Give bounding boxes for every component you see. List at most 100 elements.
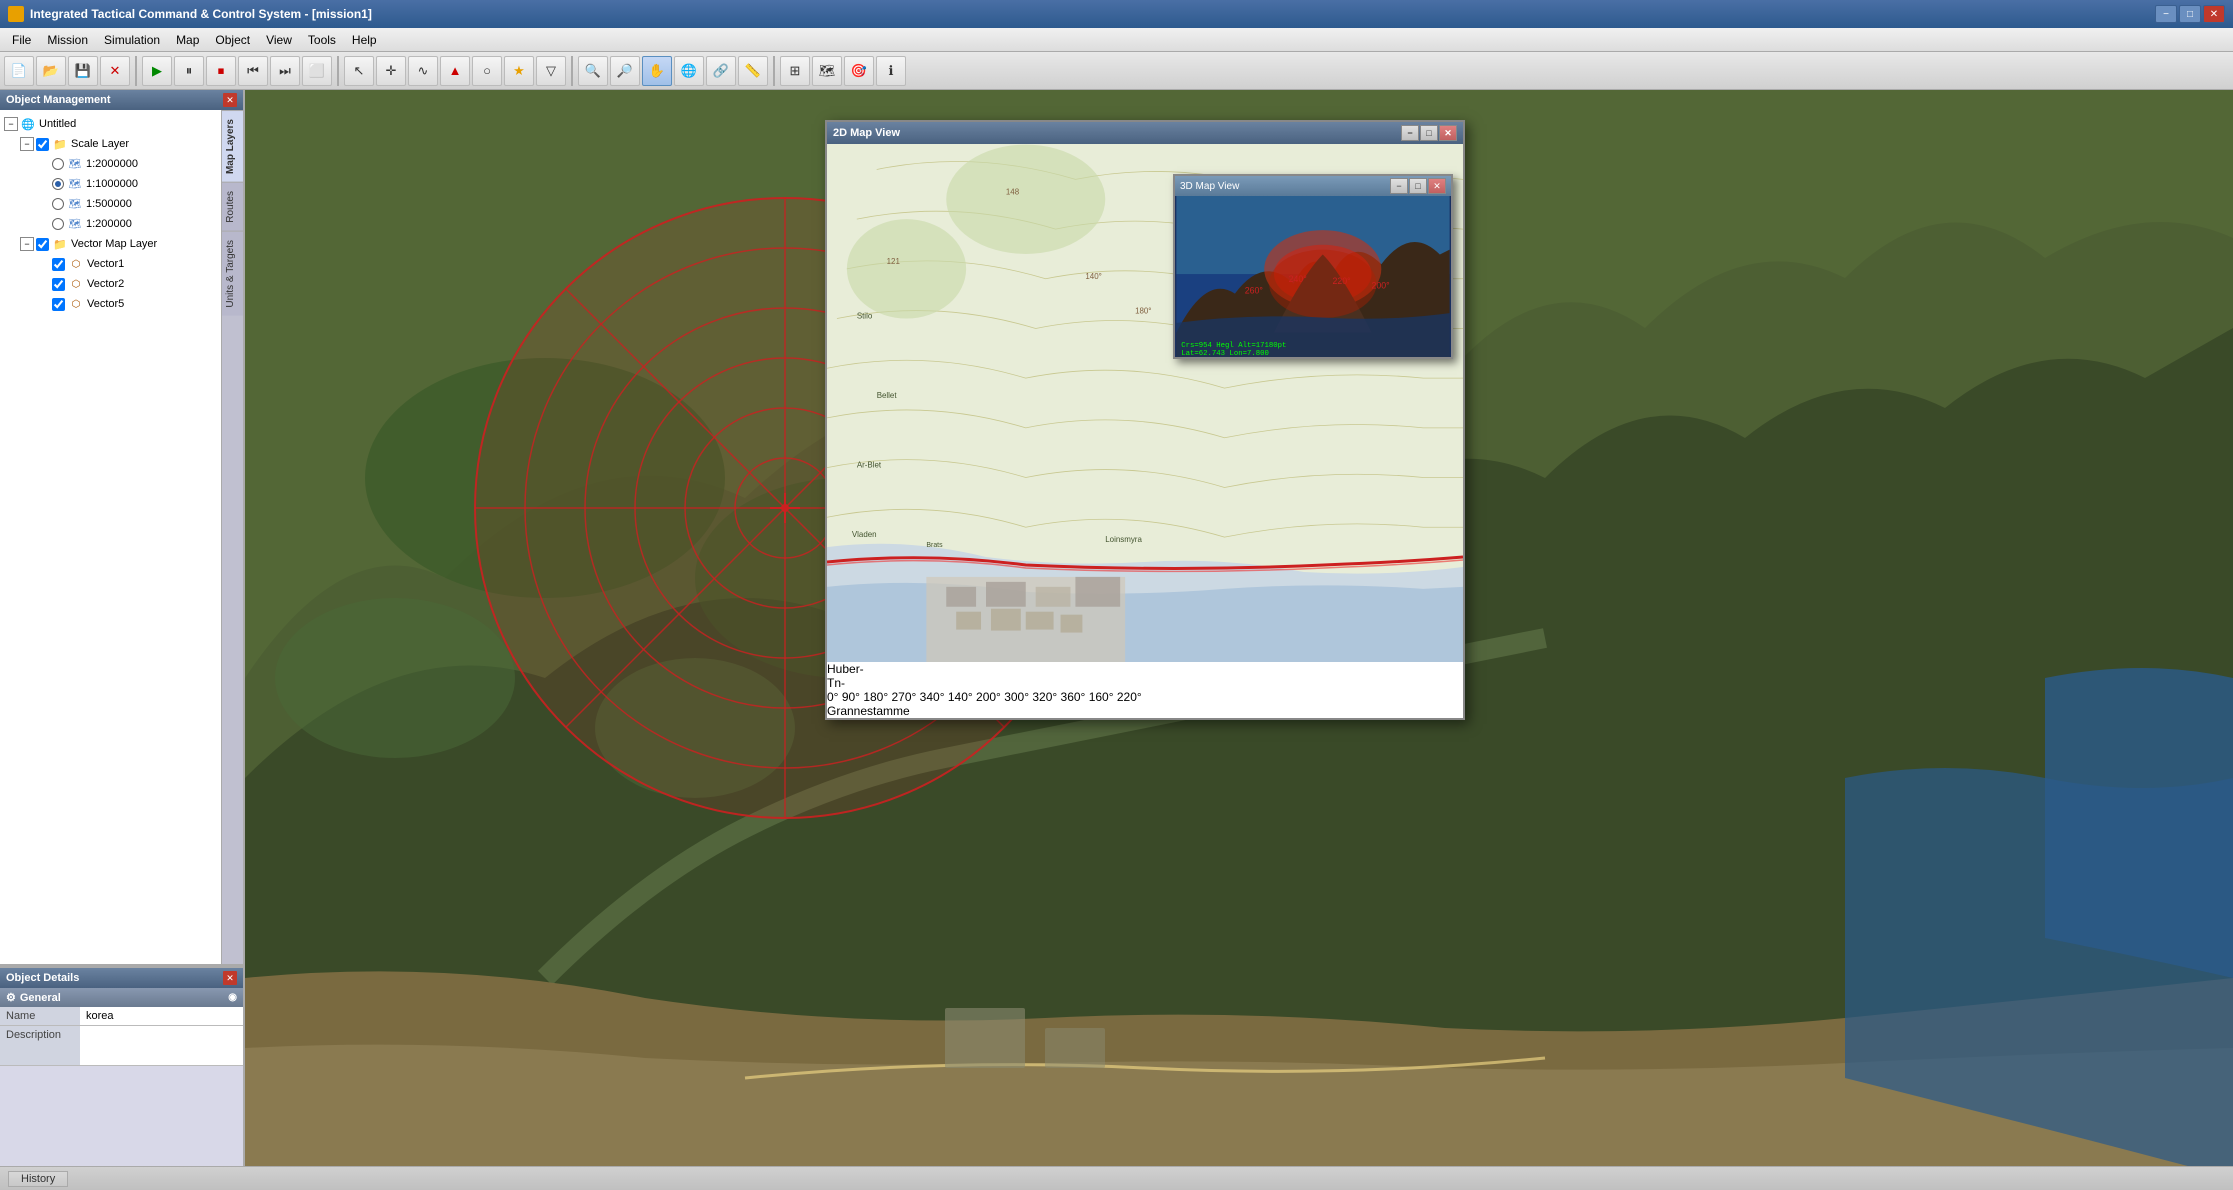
scale-layer-check[interactable] bbox=[36, 138, 49, 151]
satellite-map[interactable]: 2D Map View − □ ✕ 3D Map View − bbox=[245, 90, 2233, 1166]
map3d-close[interactable]: ✕ bbox=[1428, 178, 1446, 194]
layer-500000-icon: 🗺 bbox=[67, 196, 83, 212]
stop-button[interactable]: ⏹ bbox=[206, 56, 236, 86]
scale-200000-radio[interactable] bbox=[52, 218, 64, 230]
menu-view[interactable]: View bbox=[258, 29, 300, 51]
vector1-node[interactable]: ⬡ Vector1 bbox=[0, 254, 221, 274]
tactical-overlay-window[interactable]: 2D Map View − □ ✕ 3D Map View − bbox=[825, 120, 1465, 720]
section-expand-icon[interactable]: ◉ bbox=[228, 992, 237, 1003]
tab-routes[interactable]: Routes bbox=[222, 182, 243, 231]
tab-units-targets[interactable]: Units & Targets bbox=[222, 231, 243, 316]
tactical-window-controls: − □ ✕ bbox=[1401, 125, 1457, 141]
description-field-label: Description bbox=[0, 1026, 80, 1066]
scale-2000000-node[interactable]: 🗺 1:2000000 bbox=[0, 154, 221, 174]
cross-button[interactable]: ✛ bbox=[376, 56, 406, 86]
ruler-button[interactable]: 📏 bbox=[738, 56, 768, 86]
delete-button[interactable]: ✕ bbox=[100, 56, 130, 86]
vector2-label: Vector2 bbox=[87, 278, 124, 290]
scale-layer-expander[interactable]: − bbox=[20, 137, 34, 151]
forward-button[interactable]: ⏭ bbox=[270, 56, 300, 86]
root-expander[interactable]: − bbox=[4, 117, 18, 131]
svg-text:240°: 240° bbox=[1289, 274, 1307, 284]
vector5-check[interactable] bbox=[52, 298, 65, 311]
globe-button[interactable]: 🌐 bbox=[674, 56, 704, 86]
object-details-close[interactable]: ✕ bbox=[223, 971, 237, 985]
menu-map[interactable]: Map bbox=[168, 29, 207, 51]
minimize-button[interactable]: − bbox=[2155, 5, 2177, 23]
pan-button[interactable]: ✋ bbox=[642, 56, 672, 86]
vector5-node[interactable]: ⬡ Vector5 bbox=[0, 294, 221, 314]
svg-text:200°: 200° bbox=[1372, 281, 1390, 291]
description-field-value bbox=[80, 1026, 243, 1066]
vector-layer-expander[interactable]: − bbox=[20, 237, 34, 251]
tactical-maximize[interactable]: □ bbox=[1420, 125, 1438, 141]
map3d-controls: − □ ✕ bbox=[1390, 178, 1446, 194]
scale-2000000-label: 1:2000000 bbox=[86, 158, 138, 170]
open-button[interactable]: 📂 bbox=[36, 56, 66, 86]
play-button[interactable]: ▶ bbox=[142, 56, 172, 86]
svg-text:Vladen: Vladen bbox=[852, 530, 877, 539]
scale-500000-radio[interactable] bbox=[52, 198, 64, 210]
line-button[interactable]: ∿ bbox=[408, 56, 438, 86]
route-button[interactable]: 🗺 bbox=[812, 56, 842, 86]
map-area[interactable]: 2D Map View − □ ✕ 3D Map View − bbox=[245, 90, 2233, 1166]
scale-200000-node[interactable]: 🗺 1:200000 bbox=[0, 214, 221, 234]
object-management-panel: Object Management ✕ − 🌐 Untitled − bbox=[0, 90, 243, 966]
menu-object[interactable]: Object bbox=[207, 29, 258, 51]
filter-button[interactable]: ▽ bbox=[536, 56, 566, 86]
pause-button[interactable]: ⏸ bbox=[174, 56, 204, 86]
menu-tools[interactable]: Tools bbox=[300, 29, 344, 51]
menu-mission[interactable]: Mission bbox=[39, 29, 96, 51]
zoom-out-button[interactable]: 🔎 bbox=[610, 56, 640, 86]
maximize-button[interactable]: □ bbox=[2179, 5, 2201, 23]
scale-layer-node[interactable]: − 📁 Scale Layer bbox=[0, 134, 221, 154]
menu-help[interactable]: Help bbox=[344, 29, 385, 51]
topo-range-circles: 0° 90° 180° 270° 340° 140° 200° 300° 320… bbox=[827, 690, 1463, 704]
vector-layer-node[interactable]: − 📁 Vector Map Layer bbox=[0, 234, 221, 254]
menu-simulation[interactable]: Simulation bbox=[96, 29, 168, 51]
map3d-minimize[interactable]: − bbox=[1390, 178, 1408, 194]
map3d-title[interactable]: 3D Map View − □ ✕ bbox=[1175, 176, 1451, 196]
vector1-check[interactable] bbox=[52, 258, 65, 271]
scale-1000000-node[interactable]: 🗺 1:1000000 bbox=[0, 174, 221, 194]
object-details-panel: Object Details ✕ ⚙ General ◉ Name korea … bbox=[0, 966, 243, 1166]
scale-200000-label: 1:200000 bbox=[86, 218, 132, 230]
tactical-window-title[interactable]: 2D Map View − □ ✕ bbox=[827, 122, 1463, 144]
map3d-maximize[interactable]: □ bbox=[1409, 178, 1427, 194]
rewind-button[interactable]: ⏮ bbox=[238, 56, 268, 86]
measure-button[interactable]: ▲ bbox=[440, 56, 470, 86]
tree-root[interactable]: − 🌐 Untitled bbox=[0, 114, 221, 134]
object-management-close[interactable]: ✕ bbox=[223, 93, 237, 107]
vector-folder-icon: 📁 bbox=[52, 236, 68, 252]
scale-1000000-radio[interactable] bbox=[52, 178, 64, 190]
name-row: Name korea bbox=[0, 1007, 243, 1026]
vector2-check[interactable] bbox=[52, 278, 65, 291]
object-tree[interactable]: − 🌐 Untitled − 📁 Scale Layer bbox=[0, 110, 221, 964]
svg-text:180°: 180° bbox=[1135, 307, 1151, 316]
separator-2 bbox=[337, 56, 339, 86]
scale-500000-node[interactable]: 🗺 1:500000 bbox=[0, 194, 221, 214]
close-button[interactable]: ✕ bbox=[2203, 5, 2225, 23]
history-tab[interactable]: History bbox=[8, 1171, 68, 1187]
link-button[interactable]: 🔗 bbox=[706, 56, 736, 86]
star-button[interactable]: ★ bbox=[504, 56, 534, 86]
tactical-close[interactable]: ✕ bbox=[1439, 125, 1457, 141]
circle-button[interactable]: ○ bbox=[472, 56, 502, 86]
menu-file[interactable]: File bbox=[4, 29, 39, 51]
tab-map-layers[interactable]: Map Layers bbox=[222, 110, 243, 182]
new-button[interactable]: 📄 bbox=[4, 56, 34, 86]
record-button[interactable]: ⬜ bbox=[302, 56, 332, 86]
map3d-window[interactable]: 3D Map View − □ ✕ bbox=[1173, 174, 1453, 359]
save-button[interactable]: 💾 bbox=[68, 56, 98, 86]
scale-2000000-radio[interactable] bbox=[52, 158, 64, 170]
target-button[interactable]: 🎯 bbox=[844, 56, 874, 86]
tactical-minimize[interactable]: − bbox=[1401, 125, 1419, 141]
info-button[interactable]: ℹ bbox=[876, 56, 906, 86]
vector2-node[interactable]: ⬡ Vector2 bbox=[0, 274, 221, 294]
units-button[interactable]: ⊞ bbox=[780, 56, 810, 86]
cursor-button[interactable]: ↖ bbox=[344, 56, 374, 86]
vector-layer-check[interactable] bbox=[36, 238, 49, 251]
zoom-in-button[interactable]: 🔍 bbox=[578, 56, 608, 86]
title-bar: Integrated Tactical Command & Control Sy… bbox=[0, 0, 2233, 28]
tactical-map-content[interactable]: 3D Map View − □ ✕ bbox=[827, 144, 1463, 662]
